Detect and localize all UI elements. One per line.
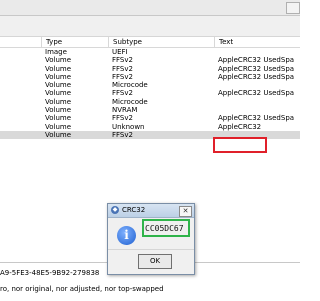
cell-type: Volume — [45, 130, 72, 139]
dialog-title: CRC32 — [122, 206, 146, 214]
red-highlight-annotation — [213, 137, 267, 153]
cell-subtype: FFSv2 — [112, 89, 133, 98]
cell-type: Volume — [45, 97, 72, 106]
cell-text: AppleCRC32 UsedSpa — [218, 72, 295, 81]
window-top-strip — [0, 0, 300, 16]
info-guid-line: A9-5FE3-48E5-9B92-279838 — [0, 269, 100, 277]
cell-type: Volume — [45, 81, 72, 90]
close-icon[interactable]: ✕ — [179, 206, 192, 217]
top-right-control[interactable] — [286, 2, 300, 14]
table-row[interactable]: Volume FFSv2 AppleCRC32 UsedSpa — [0, 65, 300, 73]
ok-button[interactable]: OK — [138, 254, 172, 269]
dialog-titlebar[interactable]: ◆ CRC32 ✕ — [108, 204, 194, 218]
table-row[interactable]: Volume FFSv2 AppleCRC32 UsedSpa — [0, 89, 300, 97]
cell-subtype: FFSv2 — [112, 130, 133, 139]
cell-type: Volume — [45, 114, 72, 123]
table-row[interactable]: Volume NVRAM — [0, 106, 300, 114]
cell-type: Volume — [45, 89, 72, 98]
cell-subtype: FFSv2 — [112, 72, 133, 81]
table-row[interactable]: Volume FFSv2 AppleCRC32 UsedSpa — [0, 73, 300, 81]
toolbar-area — [0, 16, 300, 37]
cell-subtype: FFSv2 — [112, 114, 133, 123]
header-subtype[interactable]: Subtype — [108, 37, 217, 47]
table-row[interactable]: Volume Unknown AppleCRC32 — [0, 123, 300, 131]
cell-type: Volume — [45, 56, 72, 65]
table-row[interactable]: Volume Microcode — [0, 98, 300, 106]
main-window: Type Subtype Text Image UEFI Volume FFSv… — [0, 0, 300, 301]
info-status-line: ro, nor original, nor adjusted, nor top-… — [0, 285, 164, 293]
cell-subtype: Unknown — [112, 122, 145, 131]
cell-type: Volume — [45, 106, 72, 115]
table-row[interactable]: Image UEFI — [0, 48, 300, 56]
header-type[interactable]: Type — [41, 37, 112, 47]
crc32-dialog: ◆ CRC32 ✕ i CC05DC67 OK — [107, 203, 195, 275]
info-icon: i — [117, 226, 136, 245]
table-row[interactable]: Volume FFSv2 AppleCRC32 UsedSpa — [0, 56, 300, 64]
cell-subtype: UEFI — [112, 48, 128, 56]
cell-subtype: FFSv2 — [112, 56, 133, 65]
table-row[interactable]: Volume Microcode — [0, 81, 300, 89]
cell-type: Image — [45, 48, 67, 56]
tree-header: Type Subtype Text — [0, 37, 300, 48]
cell-type: Volume — [45, 64, 72, 73]
cell-subtype: Microcode — [112, 97, 148, 106]
cell-subtype: Microcode — [112, 81, 148, 90]
dialog-divider — [108, 249, 194, 250]
cell-text: AppleCRC32 UsedSpa — [218, 114, 295, 123]
crc32-value: CC05DC67 — [145, 224, 184, 233]
cell-subtype: FFSv2 — [112, 64, 133, 73]
cell-type: Volume — [45, 72, 72, 81]
cell-text: AppleCRC32 UsedSpa — [218, 56, 295, 65]
app-icon: ◆ — [111, 206, 119, 214]
table-row[interactable]: Volume FFSv2 AppleCRC32 UsedSpa — [0, 114, 300, 122]
header-text[interactable]: Text — [214, 37, 305, 47]
cell-subtype: NVRAM — [112, 106, 138, 115]
cell-text: AppleCRC32 UsedSpa — [218, 89, 295, 98]
cell-text: AppleCRC32 UsedSpa — [218, 64, 295, 73]
tree-rows: Image UEFI Volume FFSv2 AppleCRC32 UsedS… — [0, 48, 300, 140]
cell-type: Volume — [45, 122, 72, 131]
cell-text: AppleCRC32 — [218, 122, 262, 131]
